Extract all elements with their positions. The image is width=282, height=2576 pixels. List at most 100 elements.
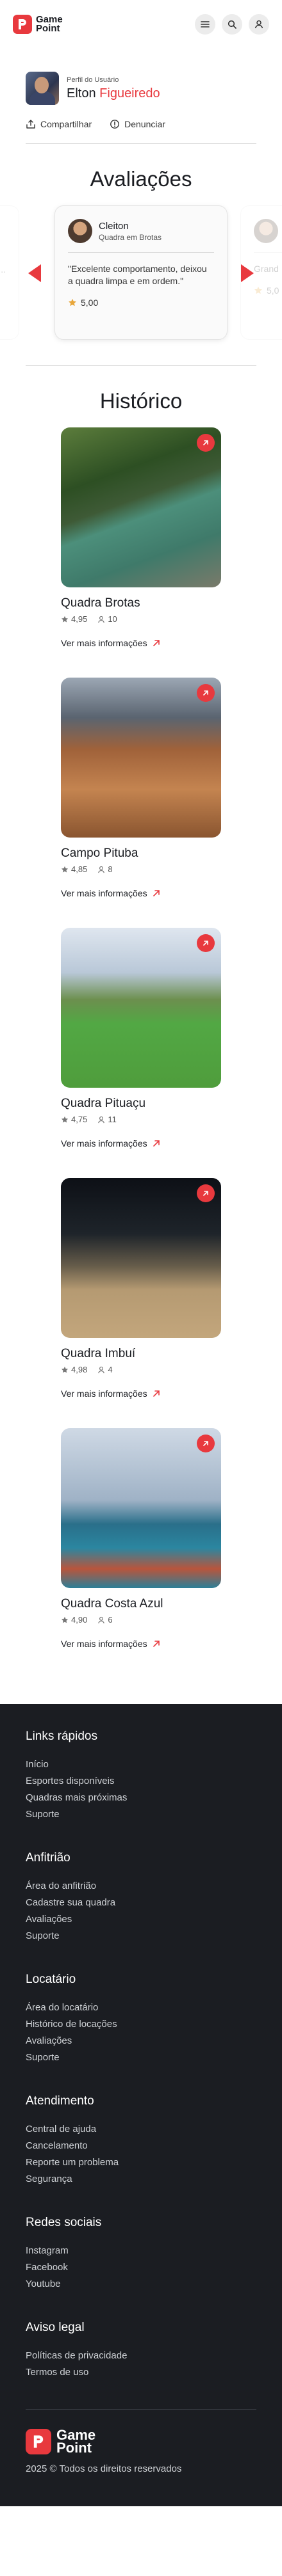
footer-section-support: Atendimento Central de ajuda Cancelament… [26, 2094, 256, 2188]
footer-link[interactable]: Área do anfitrião [26, 1878, 256, 1895]
court-players: 6 [97, 1615, 113, 1625]
footer-section-host: Anfitrião Área do anfitrião Cadastre sua… [26, 1851, 256, 1944]
footer-link[interactable]: Segurança [26, 2171, 256, 2188]
footer-link[interactable]: Avaliações [26, 1911, 256, 1928]
court-rating-value: 4,95 [71, 614, 88, 624]
reviewer-avatar [68, 219, 92, 243]
footer-link[interactable]: Suporte [26, 1806, 256, 1823]
menu-icon [201, 21, 210, 28]
open-court-button[interactable] [197, 434, 215, 452]
court-players: 11 [97, 1115, 117, 1124]
court-players-value: 11 [108, 1115, 117, 1124]
arrow-up-right-icon [203, 1441, 208, 1446]
report-button[interactable]: Denunciar [110, 119, 165, 129]
footer-link[interactable]: Instagram [26, 2243, 256, 2259]
court-photo[interactable] [61, 678, 221, 838]
footer-link[interactable]: Quadras mais próximas [26, 1790, 256, 1806]
reviewer-place: Quadra em Brotas [99, 232, 162, 242]
search-button[interactable] [222, 14, 242, 35]
section-divider [26, 365, 256, 366]
footer-logo[interactable]: Game Point [26, 2428, 256, 2455]
more-info-link[interactable]: Ver mais informações [61, 638, 221, 648]
more-info-link[interactable]: Ver mais informações [61, 1138, 221, 1149]
brand-name: Game Point [56, 2428, 95, 2455]
user-icon [254, 20, 263, 29]
arrow-up-right-icon [203, 941, 208, 946]
more-info-link[interactable]: Ver mais informações [61, 1388, 221, 1399]
share-icon [26, 120, 35, 129]
court-rating: 4,95 [61, 614, 87, 624]
court-rating-value: 4,85 [71, 864, 88, 874]
star-icon [61, 1366, 69, 1372]
copyright: 2025 © Todos os direitos reservados [26, 2463, 182, 2474]
star-icon [61, 616, 69, 622]
footer-section-social: Redes sociais Instagram Facebook Youtube [26, 2216, 256, 2293]
site-footer: Links rápidos Início Esportes disponívei… [0, 1704, 282, 2506]
footer-link[interactable]: Youtube [26, 2276, 256, 2293]
open-court-button[interactable] [197, 1435, 215, 1452]
footer-link[interactable]: Políticas de privacidade [26, 2348, 256, 2364]
brand-logo[interactable]: Game Point [13, 15, 63, 34]
top-header: Game Point [0, 0, 282, 49]
history-card: Quadra Brotas 4,95 10 Ver mais informaçõ… [61, 427, 221, 648]
footer-link[interactable]: Cadastre sua quadra [26, 1895, 256, 1911]
court-players-value: 10 [108, 614, 117, 624]
review-text: "Excelente comportamento, deixou a quadr… [68, 264, 207, 286]
history-card: Campo Pituba 4,85 8 Ver mais informações [61, 678, 221, 898]
brand-name: Game Point [36, 15, 63, 33]
open-court-button[interactable] [197, 684, 215, 702]
footer-link[interactable]: Início [26, 1756, 256, 1773]
reviewer-avatar [254, 219, 278, 243]
footer-link[interactable]: Cancelamento [26, 2138, 256, 2154]
court-rating: 4,85 [61, 864, 87, 874]
footer-link[interactable]: Reporte um problema [26, 2154, 256, 2171]
court-photo[interactable] [61, 928, 221, 1088]
open-court-button[interactable] [197, 934, 215, 952]
footer-link[interactable]: Área do locatário [26, 2000, 256, 2016]
arrow-up-right-icon [203, 1191, 208, 1196]
star-icon [61, 1616, 69, 1623]
arrow-up-right-icon [153, 890, 160, 896]
court-players-value: 6 [108, 1615, 113, 1625]
court-name: Quadra Pituaçu [61, 1097, 146, 1110]
user-button[interactable] [249, 14, 269, 35]
brand-line-2: Point [36, 23, 60, 34]
court-rating: 4,90 [61, 1615, 87, 1625]
footer-divider [26, 2409, 256, 2410]
carousel-next-arrow[interactable] [241, 264, 254, 282]
history-card: Quadra Costa Azul 4,90 6 Ver mais inform… [61, 1428, 221, 1649]
review-rating: 5,0 [254, 285, 282, 296]
footer-section-title: Locatário [26, 1973, 76, 1986]
footer-link[interactable]: Facebook [26, 2259, 256, 2276]
footer-link[interactable]: Termos de uso [26, 2364, 256, 2381]
footer-section-renter: Locatário Área do locatário Histórico de… [26, 1973, 256, 2066]
footer-link[interactable]: Suporte [26, 1928, 256, 1944]
person-icon [98, 1366, 105, 1373]
court-photo[interactable] [61, 427, 221, 587]
reviews-title: Avaliações [90, 167, 192, 191]
footer-link[interactable]: Histórico de locações [26, 2016, 256, 2033]
review-card-prev[interactable]: ... [0, 205, 19, 340]
footer-section-title: Anfitrião [26, 1851, 70, 1864]
more-info-link[interactable]: Ver mais informações [61, 1639, 221, 1649]
history-list: Quadra Brotas 4,95 10 Ver mais informaçõ… [0, 427, 282, 1704]
review-rating: 5,00 [68, 298, 214, 308]
court-photo[interactable] [61, 1428, 221, 1588]
footer-section-legal: Aviso legal Políticas de privacidade Ter… [26, 2321, 256, 2381]
footer-link[interactable]: Avaliações [26, 2033, 256, 2049]
footer-link[interactable]: Suporte [26, 2049, 256, 2066]
footer-link[interactable]: Central de ajuda [26, 2121, 256, 2138]
court-photo[interactable] [61, 1178, 221, 1338]
share-button[interactable]: Compartilhar [26, 119, 92, 129]
court-name: Quadra Imbuí [61, 1347, 136, 1360]
open-court-button[interactable] [197, 1184, 215, 1202]
more-info-label: Ver mais informações [61, 1138, 147, 1149]
more-info-link[interactable]: Ver mais informações [61, 888, 221, 898]
history-card: Quadra Imbuí 4,98 4 Ver mais informações [61, 1178, 221, 1399]
footer-section-title: Atendimento [26, 2094, 94, 2108]
footer-link[interactable]: Esportes disponíveis [26, 1773, 256, 1790]
report-icon [110, 120, 120, 129]
menu-button[interactable] [195, 14, 215, 35]
review-card: Cleiton Quadra em Brotas "Excelente comp… [54, 205, 228, 340]
carousel-prev-arrow[interactable] [28, 264, 41, 282]
